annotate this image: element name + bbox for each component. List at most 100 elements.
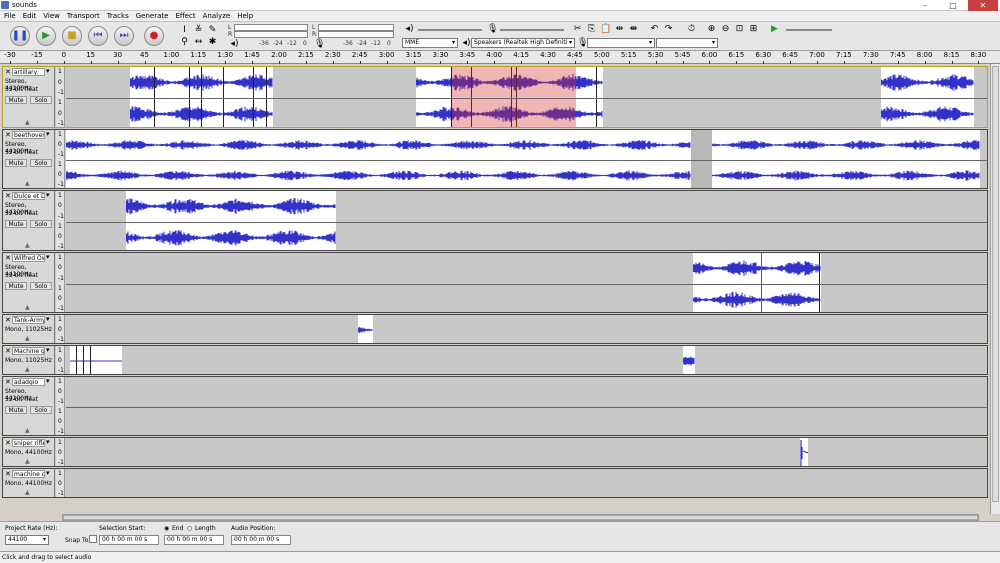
track-7[interactable]: ✕ sniper rifle ▾ Mono, 44100Hz ▲ 1 0 -1	[2, 437, 988, 467]
channel[interactable]	[66, 221, 987, 250]
collapse-icon[interactable]: ▲	[25, 304, 30, 311]
track-close-icon[interactable]: ✕	[5, 347, 11, 355]
channel[interactable]	[66, 346, 987, 374]
stop-button[interactable]: ■	[62, 26, 82, 46]
clip-boundary[interactable]	[223, 99, 224, 127]
redo-icon[interactable]: ↷	[663, 24, 674, 35]
channel[interactable]	[66, 315, 987, 343]
track-close-icon[interactable]: ✕	[5, 316, 11, 324]
clip-boundary[interactable]	[201, 67, 202, 98]
waveform-area[interactable]	[66, 130, 987, 188]
clip-boundary[interactable]	[266, 67, 267, 98]
collapse-icon[interactable]: ▲	[25, 427, 30, 434]
horizontal-scroll-thumb[interactable]	[63, 515, 978, 520]
collapse-icon[interactable]: ▲	[25, 335, 30, 342]
channel[interactable]	[66, 191, 987, 222]
track-name-button[interactable]: artillary	[12, 68, 45, 76]
audio-clip[interactable]	[693, 284, 821, 312]
selection-start-field[interactable]: 00 h 00 m 00 s	[99, 535, 159, 545]
envelope-tool-icon[interactable]: ≚	[193, 25, 204, 36]
channel[interactable]	[66, 377, 987, 407]
clip-boundary[interactable]	[253, 67, 254, 98]
track-close-icon[interactable]: ✕	[5, 192, 11, 200]
track-name-button[interactable]: Machine gu	[12, 347, 45, 355]
maximize-button[interactable]: □	[940, 0, 966, 11]
collapse-icon[interactable]: ▲	[25, 180, 30, 187]
close-button[interactable]: ✕	[968, 0, 998, 11]
fit-selection-icon[interactable]: ⊡	[734, 24, 745, 35]
audio-clip[interactable]	[693, 253, 821, 284]
selected-region[interactable]	[761, 253, 762, 284]
selected-region[interactable]	[514, 99, 576, 127]
clip-boundary[interactable]	[154, 99, 155, 127]
end-radio-icon[interactable]: ◉	[164, 525, 169, 532]
track-menu-icon[interactable]: ▾	[46, 315, 50, 323]
vertical-scrollbar[interactable]	[990, 64, 1000, 514]
audio-clip[interactable]	[126, 191, 336, 222]
menu-generate[interactable]: Generate	[132, 11, 172, 20]
audio-clip[interactable]	[712, 130, 980, 160]
fit-project-icon[interactable]: ⊞	[748, 24, 759, 35]
channel[interactable]	[66, 407, 987, 435]
solo-button[interactable]: Solo	[30, 159, 52, 167]
audio-clip[interactable]	[70, 346, 122, 374]
track-name-button[interactable]: beethoven	[12, 131, 45, 139]
clip-boundary[interactable]	[819, 284, 820, 312]
track-close-icon[interactable]: ✕	[5, 254, 11, 262]
waveform-area[interactable]	[66, 315, 987, 343]
mute-button[interactable]: Mute	[5, 159, 27, 167]
channel[interactable]	[66, 130, 987, 160]
track-menu-icon[interactable]: ▾	[46, 469, 50, 477]
mute-button[interactable]: Mute	[5, 282, 27, 290]
menu-view[interactable]: View	[39, 11, 63, 20]
input-device-select[interactable]	[587, 38, 655, 48]
microphone-icon[interactable]: 🎙	[314, 39, 325, 50]
track-6[interactable]: ✕ adadgio ▾ Stereo, 44100Hz 32-bit float Mute…	[2, 376, 988, 436]
waveform-area[interactable]	[66, 346, 987, 374]
track-0[interactable]: ✕ artillary ▾ Stereo, 44100Hz 32-bit float Mu…	[2, 66, 988, 128]
track-8[interactable]: ✕machine gu▾ Mono, 44100Hz ▲ 1 0 -1	[2, 468, 988, 498]
track-close-icon[interactable]: ✕	[5, 439, 11, 447]
clip-boundary[interactable]	[253, 99, 254, 127]
track-name-button[interactable]: Wilfred Ow	[12, 254, 45, 262]
pause-button[interactable]: ❚❚	[10, 26, 30, 46]
clip-boundary[interactable]	[266, 99, 267, 127]
clip-boundary[interactable]	[76, 346, 77, 374]
track-menu-icon[interactable]: ▾	[46, 438, 50, 446]
clip-boundary[interactable]	[819, 253, 820, 284]
audio-clip[interactable]	[881, 67, 974, 98]
solo-button[interactable]: Solo	[30, 406, 52, 414]
channel[interactable]	[66, 253, 987, 284]
channels-select[interactable]	[656, 38, 718, 48]
channel[interactable]	[66, 469, 987, 497]
host-select[interactable]: MME	[402, 38, 458, 48]
horizontal-scrollbar[interactable]	[62, 514, 979, 521]
audio-clip[interactable]	[66, 130, 691, 160]
clip-boundary[interactable]	[223, 67, 224, 98]
mute-button[interactable]: Mute	[5, 220, 27, 228]
trim-icon[interactable]: ⇹	[614, 24, 625, 35]
project-rate-select[interactable]: 44100	[5, 535, 49, 545]
track-menu-icon[interactable]: ▾	[46, 67, 50, 75]
menu-file[interactable]: File	[0, 11, 19, 20]
audio-clip[interactable]	[66, 161, 691, 188]
vertical-scroll-thumb[interactable]	[992, 66, 999, 502]
waveform-area[interactable]	[66, 469, 987, 497]
audio-clip[interactable]	[800, 438, 808, 466]
track-2[interactable]: ✕Dulce et De▾Stereo, 44100Hz32-bit float…	[2, 190, 988, 251]
track-close-icon[interactable]: ✕	[5, 378, 11, 386]
mute-button[interactable]: Mute	[5, 406, 27, 414]
menu-help[interactable]: Help	[233, 11, 256, 20]
output-volume-slider[interactable]	[418, 29, 482, 31]
undo-icon[interactable]: ↶	[649, 24, 660, 35]
audio-clip[interactable]	[358, 315, 373, 343]
clip-boundary[interactable]	[596, 67, 597, 98]
solo-button[interactable]: Solo	[30, 220, 52, 228]
selected-region[interactable]	[452, 67, 514, 98]
track-menu-icon[interactable]: ▾	[46, 191, 50, 199]
waveform-area[interactable]	[66, 191, 987, 250]
selected-region[interactable]	[761, 284, 762, 312]
silence-icon[interactable]: ⇼	[628, 24, 639, 35]
track-1[interactable]: ✕ beethoven ▾ Stereo, 44100Hz 32-bit float Mu…	[2, 129, 988, 189]
sync-lock-icon[interactable]: ⏱	[686, 24, 697, 35]
